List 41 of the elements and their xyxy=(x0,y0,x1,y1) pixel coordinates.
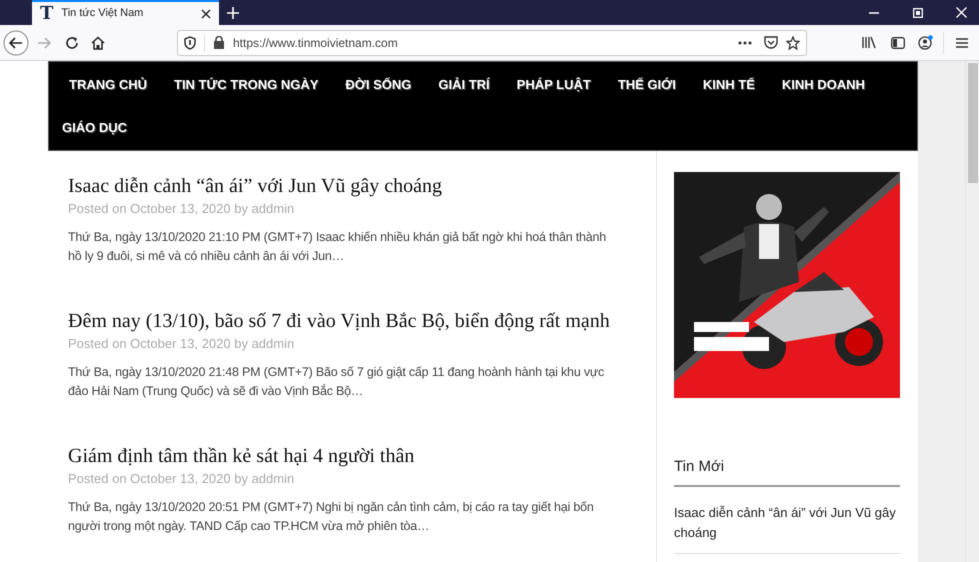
scrollbar[interactable] xyxy=(965,61,979,562)
nav-link[interactable]: KINH TẾ xyxy=(694,63,764,106)
nav-link[interactable]: ĐỜI SỐNG xyxy=(336,63,420,106)
post-meta: Posted on October 13, 2020 by addmin xyxy=(68,200,296,218)
nav-link[interactable]: GIÁO DỤC xyxy=(60,106,129,150)
post-excerpt: Thứ Ba, ngày 13/10/2020 20:51 PM (GMT+7) Nghi bị ngăn cản tình cảm, bị cáo ra tay giết hại bốn người trong một ngày. TAND Cấp cao TP.HCM vừa mở phiên tòa… xyxy=(68,499,595,535)
reload-icon[interactable] xyxy=(65,36,79,50)
nav-link[interactable]: KINH DOANH xyxy=(772,63,874,106)
nav-link[interactable]: PHÁP LUẬT xyxy=(508,63,600,106)
post-meta: Posted on October 13, 2020 by addmin xyxy=(68,470,296,488)
post-meta: Posted on October 13, 2020 by addmin xyxy=(68,335,296,353)
nav-link[interactable]: TIN TỨC TRONG NGÀY xyxy=(165,63,328,106)
post-title[interactable]: Giám định tâm thần kẻ sát hại 4 người thân xyxy=(68,443,414,469)
home-icon[interactable] xyxy=(91,36,105,50)
close-icon[interactable] xyxy=(201,8,211,18)
post-excerpt: Thứ Ba, ngày 13/10/2020 21:10 PM (GMT+7) Isaac khiến nhiều khán giả bất ngờ khi hoá thân thành hồ ly 9 đuôi, si mê và có nhiều cảnh ân ái với Jun… xyxy=(68,229,608,265)
nav-link[interactable]: TRANG CHỦ xyxy=(60,63,156,106)
widget-title: Tin Mới xyxy=(674,456,900,486)
nav-link[interactable]: THẾ GIỚI xyxy=(608,63,685,106)
star-icon[interactable] xyxy=(786,36,800,50)
post-excerpt: Thứ Ba, ngày 13/10/2020 21:48 PM (GMT+7) Bão số 7 gió giật cấp 11 đang hoành hành tại khu vực đảo Hải Nam (Trung Quốc) và sẽ đi vào Vịnh Bắc Bộ… xyxy=(68,364,606,400)
lock-icon xyxy=(213,36,225,49)
sidebar-link[interactable]: Isaac diễn cảnh “ân ái” với Jun Vũ gây choáng xyxy=(674,486,900,554)
menu-icon[interactable] xyxy=(956,38,968,48)
new-tab-icon[interactable] xyxy=(227,6,239,18)
browser-tab[interactable]: T Tin tức Việt Nam xyxy=(32,0,219,25)
post-title[interactable]: Isaac diễn cảnh “ân ái” với Jun Vũ gây choáng xyxy=(68,173,442,199)
account-icon[interactable] xyxy=(918,35,933,50)
address-bar[interactable]: https://www.tinmoivietnam.com xyxy=(177,30,807,56)
sidebar-icon[interactable] xyxy=(891,36,905,48)
library-icon[interactable] xyxy=(862,36,876,49)
tab-favicon: T xyxy=(40,4,54,22)
post-title[interactable]: Đêm nay (13/10), bão số 7 đi vào Vịnh Bắc Bộ, biển động rất mạnh xyxy=(68,308,610,334)
scrollbar-thumb[interactable] xyxy=(968,63,978,183)
shield-icon[interactable] xyxy=(184,36,196,50)
pocket-icon[interactable] xyxy=(764,36,778,49)
nav-link[interactable]: GIẢI TRÍ xyxy=(429,63,499,106)
more-icon[interactable] xyxy=(738,40,752,44)
maximize-icon[interactable] xyxy=(913,8,923,18)
tab-title: Tin tức Việt Nam xyxy=(61,6,144,22)
back-icon[interactable] xyxy=(3,30,29,56)
